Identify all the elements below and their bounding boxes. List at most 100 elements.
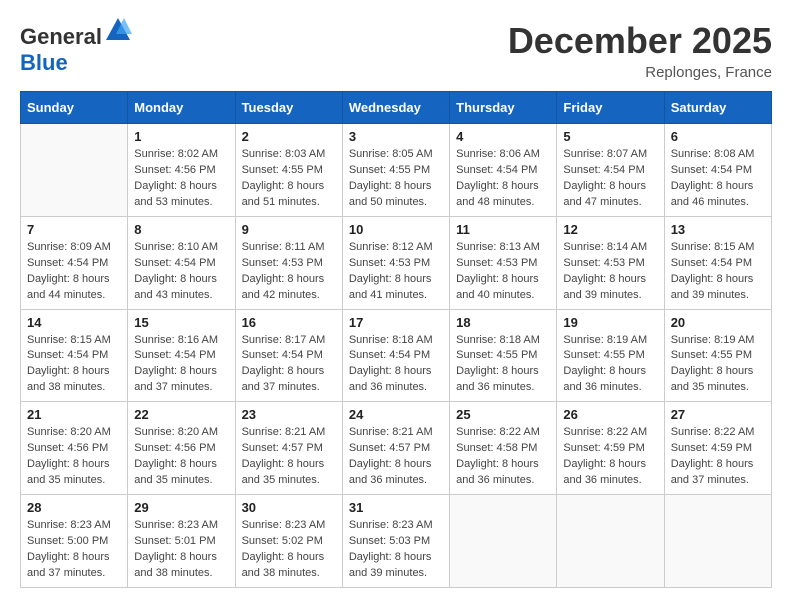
day-number: 9: [242, 222, 336, 237]
day-header-wednesday: Wednesday: [342, 92, 449, 124]
calendar-week-row: 21Sunrise: 8:20 AMSunset: 4:56 PMDayligh…: [21, 402, 772, 495]
day-number: 19: [563, 315, 657, 330]
calendar-table: SundayMondayTuesdayWednesdayThursdayFrid…: [20, 91, 772, 588]
day-info: Sunrise: 8:03 AMSunset: 4:55 PMDaylight:…: [242, 147, 336, 211]
day-info: Sunrise: 8:17 AMSunset: 4:54 PMDaylight:…: [242, 333, 336, 397]
logo-blue-text: Blue: [20, 50, 68, 75]
day-number: 30: [242, 500, 336, 515]
calendar-cell: 2 Sunrise: 8:03 AMSunset: 4:55 PMDaylight…: [235, 124, 342, 217]
day-info: Sunrise: 8:21 AMSunset: 4:57 PMDaylight:…: [349, 425, 443, 489]
calendar-cell: 24 Sunrise: 8:21 AMSunset: 4:57 PMDayligh…: [342, 402, 449, 495]
day-number: 22: [134, 407, 228, 422]
day-info: Sunrise: 8:08 AMSunset: 4:54 PMDaylight:…: [671, 147, 765, 211]
calendar-cell: 11 Sunrise: 8:13 AMSunset: 4:53 PMDayligh…: [450, 216, 557, 309]
calendar-cell: 16Sunrise: 8:17 AMSunset: 4:54 PMDayligh…: [235, 309, 342, 402]
calendar-cell: 23 Sunrise: 8:21 AMSunset: 4:57 PMDayligh…: [235, 402, 342, 495]
day-info: Sunrise: 8:15 AMSunset: 4:54 PMDaylight:…: [27, 333, 121, 397]
day-header-thursday: Thursday: [450, 92, 557, 124]
day-info: Sunrise: 8:19 AMSunset: 4:55 PMDaylight:…: [563, 333, 657, 397]
day-number: 3: [349, 129, 443, 144]
day-number: 20: [671, 315, 765, 330]
day-number: 18: [456, 315, 550, 330]
day-header-saturday: Saturday: [664, 92, 771, 124]
day-number: 29: [134, 500, 228, 515]
day-number: 10: [349, 222, 443, 237]
calendar-cell: 26Sunrise: 8:22 AMSunset: 4:59 PMDayligh…: [557, 402, 664, 495]
day-info: Sunrise: 8:19 AMSunset: 4:55 PMDaylight:…: [671, 333, 765, 397]
calendar-cell: 28 Sunrise: 8:23 AMSunset: 5:00 PMDayligh…: [21, 495, 128, 588]
day-info: Sunrise: 8:02 AMSunset: 4:56 PMDaylight:…: [134, 147, 228, 211]
calendar-header-row: SundayMondayTuesdayWednesdayThursdayFrid…: [21, 92, 772, 124]
day-number: 21: [27, 407, 121, 422]
calendar-cell: 15Sunrise: 8:16 AMSunset: 4:54 PMDayligh…: [128, 309, 235, 402]
day-info: Sunrise: 8:23 AMSunset: 5:03 PMDaylight:…: [349, 518, 443, 582]
day-header-sunday: Sunday: [21, 92, 128, 124]
day-number: 23: [242, 407, 336, 422]
day-info: Sunrise: 8:11 AMSunset: 4:53 PMDaylight:…: [242, 240, 336, 304]
calendar-cell: 25Sunrise: 8:22 AMSunset: 4:58 PMDayligh…: [450, 402, 557, 495]
day-info: Sunrise: 8:23 AMSunset: 5:01 PMDaylight:…: [134, 518, 228, 582]
day-number: 11: [456, 222, 550, 237]
day-info: Sunrise: 8:23 AMSunset: 5:00 PMDaylight:…: [27, 518, 121, 582]
day-number: 17: [349, 315, 443, 330]
day-number: 12: [563, 222, 657, 237]
day-info: Sunrise: 8:05 AMSunset: 4:55 PMDaylight:…: [349, 147, 443, 211]
calendar-cell: 1 Sunrise: 8:02 AMSunset: 4:56 PMDaylight…: [128, 124, 235, 217]
day-header-monday: Monday: [128, 92, 235, 124]
calendar-cell: 4 Sunrise: 8:06 AMSunset: 4:54 PMDaylight…: [450, 124, 557, 217]
calendar-week-row: 1 Sunrise: 8:02 AMSunset: 4:56 PMDaylight…: [21, 124, 772, 217]
logo: General Blue: [20, 20, 132, 76]
calendar-cell: 9 Sunrise: 8:11 AMSunset: 4:53 PMDaylight…: [235, 216, 342, 309]
day-info: Sunrise: 8:09 AMSunset: 4:54 PMDaylight:…: [27, 240, 121, 304]
day-number: 28: [27, 500, 121, 515]
calendar-cell: 5 Sunrise: 8:07 AMSunset: 4:54 PMDaylight…: [557, 124, 664, 217]
calendar-week-row: 28 Sunrise: 8:23 AMSunset: 5:00 PMDayligh…: [21, 495, 772, 588]
day-number: 8: [134, 222, 228, 237]
day-info: Sunrise: 8:12 AMSunset: 4:53 PMDaylight:…: [349, 240, 443, 304]
location-subtitle: Replonges, France: [508, 64, 772, 81]
calendar-cell: 10 Sunrise: 8:12 AMSunset: 4:53 PMDayligh…: [342, 216, 449, 309]
day-info: Sunrise: 8:13 AMSunset: 4:53 PMDaylight:…: [456, 240, 550, 304]
calendar-cell: 14 Sunrise: 8:15 AMSunset: 4:54 PMDayligh…: [21, 309, 128, 402]
logo-icon: [104, 16, 132, 44]
day-number: 24: [349, 407, 443, 422]
day-info: Sunrise: 8:15 AMSunset: 4:54 PMDaylight:…: [671, 240, 765, 304]
calendar-cell: 29 Sunrise: 8:23 AMSunset: 5:01 PMDayligh…: [128, 495, 235, 588]
calendar-cell: 31Sunrise: 8:23 AMSunset: 5:03 PMDayligh…: [342, 495, 449, 588]
day-number: 6: [671, 129, 765, 144]
calendar-week-row: 14 Sunrise: 8:15 AMSunset: 4:54 PMDayligh…: [21, 309, 772, 402]
day-number: 13: [671, 222, 765, 237]
calendar-cell: 30Sunrise: 8:23 AMSunset: 5:02 PMDayligh…: [235, 495, 342, 588]
day-number: 1: [134, 129, 228, 144]
calendar-cell: 6 Sunrise: 8:08 AMSunset: 4:54 PMDaylight…: [664, 124, 771, 217]
day-number: 4: [456, 129, 550, 144]
day-info: Sunrise: 8:07 AMSunset: 4:54 PMDaylight:…: [563, 147, 657, 211]
calendar-cell: 3 Sunrise: 8:05 AMSunset: 4:55 PMDaylight…: [342, 124, 449, 217]
day-number: 2: [242, 129, 336, 144]
calendar-cell: 22Sunrise: 8:20 AMSunset: 4:56 PMDayligh…: [128, 402, 235, 495]
day-number: 14: [27, 315, 121, 330]
calendar-cell: 17Sunrise: 8:18 AMSunset: 4:54 PMDayligh…: [342, 309, 449, 402]
day-info: Sunrise: 8:22 AMSunset: 4:59 PMDaylight:…: [671, 425, 765, 489]
day-info: Sunrise: 8:22 AMSunset: 4:59 PMDaylight:…: [563, 425, 657, 489]
calendar-cell: 20 Sunrise: 8:19 AMSunset: 4:55 PMDayligh…: [664, 309, 771, 402]
calendar-cell: [557, 495, 664, 588]
day-number: 5: [563, 129, 657, 144]
day-info: Sunrise: 8:06 AMSunset: 4:54 PMDaylight:…: [456, 147, 550, 211]
title-block: December 2025 Replonges, France: [508, 20, 772, 81]
month-title: December 2025: [508, 20, 772, 62]
day-info: Sunrise: 8:16 AMSunset: 4:54 PMDaylight:…: [134, 333, 228, 397]
calendar-cell: 27 Sunrise: 8:22 AMSunset: 4:59 PMDayligh…: [664, 402, 771, 495]
calendar-cell: 13 Sunrise: 8:15 AMSunset: 4:54 PMDayligh…: [664, 216, 771, 309]
calendar-cell: 12 Sunrise: 8:14 AMSunset: 4:53 PMDayligh…: [557, 216, 664, 309]
day-info: Sunrise: 8:21 AMSunset: 4:57 PMDaylight:…: [242, 425, 336, 489]
day-number: 25: [456, 407, 550, 422]
day-number: 7: [27, 222, 121, 237]
calendar-cell: 19 Sunrise: 8:19 AMSunset: 4:55 PMDayligh…: [557, 309, 664, 402]
day-number: 27: [671, 407, 765, 422]
day-info: Sunrise: 8:14 AMSunset: 4:53 PMDaylight:…: [563, 240, 657, 304]
calendar-week-row: 7 Sunrise: 8:09 AMSunset: 4:54 PMDaylight…: [21, 216, 772, 309]
logo-general-text: General: [20, 24, 102, 49]
page-header: General Blue December 2025 Replonges, Fr…: [20, 20, 772, 81]
calendar-cell: [450, 495, 557, 588]
